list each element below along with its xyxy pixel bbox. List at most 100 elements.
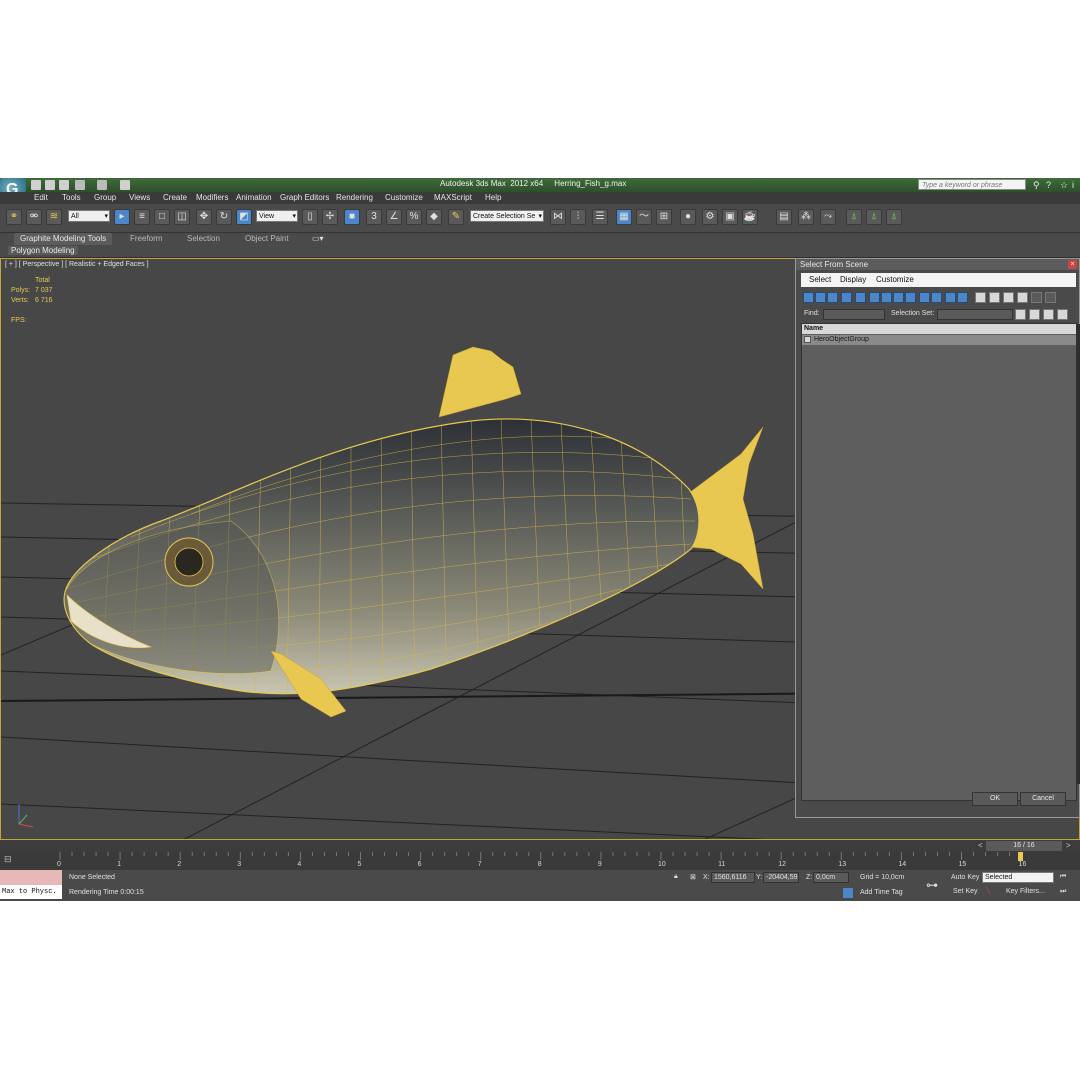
display-cameras-icon[interactable] bbox=[841, 292, 852, 303]
animation-layer-icon[interactable]: ⍋ bbox=[846, 209, 862, 225]
menu-edit[interactable]: Edit bbox=[34, 193, 48, 202]
advanced-filter-icon[interactable] bbox=[1045, 292, 1056, 303]
time-slider[interactable]: < 16 / 16 > bbox=[0, 840, 1080, 852]
track-bar[interactable]: ⊟ 0 1 2 3 4 5 6 7 8 9 10 11 12 13 14 15 16 bbox=[0, 852, 1080, 870]
rotate-icon[interactable]: ↻ bbox=[216, 209, 232, 225]
bind-space-warp-icon[interactable]: ≋ bbox=[46, 209, 62, 225]
display-helpers-icon[interactable] bbox=[855, 292, 866, 303]
menu-views[interactable]: Views bbox=[129, 193, 150, 202]
manage-set-icon[interactable] bbox=[1057, 309, 1068, 320]
dialog-menu-customize[interactable]: Customize bbox=[876, 275, 914, 284]
maxscript-output[interactable]: Max to Physc. bbox=[0, 885, 62, 899]
link-icon[interactable]: ⚭ bbox=[6, 209, 22, 225]
display-hidden-icon[interactable] bbox=[945, 292, 956, 303]
viewport-label[interactable]: [ + ] [ Perspective ] [ Realistic + Edge… bbox=[5, 261, 149, 268]
z-coordinate-field[interactable]: 0,0cm bbox=[813, 872, 849, 883]
dialog-title[interactable]: Select From Scene bbox=[796, 259, 1079, 270]
select-all-icon[interactable] bbox=[975, 292, 986, 303]
animation-layer-add-icon[interactable]: ⍋ bbox=[866, 209, 882, 225]
menu-graph-editors[interactable]: Graph Editors bbox=[280, 193, 329, 202]
container-icon[interactable]: ▤ bbox=[776, 209, 792, 225]
render-frame-icon[interactable]: ▣ bbox=[722, 209, 738, 225]
undo-icon[interactable] bbox=[75, 180, 85, 190]
search-input[interactable]: Type a keyword or phrase bbox=[918, 179, 1026, 190]
scene-object-list[interactable]: Name HeroObjectGroup bbox=[801, 323, 1080, 801]
sync-selection-icon[interactable] bbox=[1017, 292, 1028, 303]
y-coordinate-field[interactable]: -20404,59 bbox=[763, 872, 799, 883]
menu-customize[interactable]: Customize bbox=[385, 193, 423, 202]
find-input[interactable] bbox=[823, 309, 885, 320]
layer-manager-icon[interactable]: ☰ bbox=[592, 209, 608, 225]
x-coordinate-field[interactable]: 1560,6116 bbox=[711, 872, 755, 883]
time-slider-readout[interactable]: 16 / 16 bbox=[986, 841, 1062, 851]
render-setup-icon[interactable]: ⚙ bbox=[702, 209, 718, 225]
dorsal-fin[interactable] bbox=[438, 346, 522, 418]
tab-object-paint[interactable]: Object Paint bbox=[245, 234, 289, 243]
spline-icon[interactable]: ⤳ bbox=[820, 209, 836, 225]
reference-coordinate-dropdown[interactable]: View bbox=[256, 210, 298, 223]
percent-snap-icon[interactable]: % bbox=[406, 209, 422, 225]
save-file-icon[interactable] bbox=[59, 180, 69, 190]
redo-icon[interactable] bbox=[97, 180, 107, 190]
select-by-name-icon[interactable]: ≡ bbox=[134, 209, 150, 225]
snap-toggle-icon[interactable]: 3 bbox=[366, 209, 382, 225]
tab-freeform[interactable]: Freeform bbox=[130, 234, 162, 243]
select-object-icon[interactable]: ▸ bbox=[114, 209, 130, 225]
polygon-modeling-panel[interactable]: Polygon Modeling bbox=[8, 246, 78, 255]
display-geometry-icon[interactable] bbox=[803, 292, 814, 303]
key-icon[interactable]: ⊶ bbox=[926, 878, 938, 892]
absolute-mode-icon[interactable]: ⊠ bbox=[690, 873, 696, 881]
display-all-icon[interactable] bbox=[957, 292, 968, 303]
menu-create[interactable]: Create bbox=[163, 193, 187, 202]
mirror-icon[interactable]: ⋈ bbox=[550, 209, 566, 225]
particle-icon[interactable]: ⁂ bbox=[798, 209, 814, 225]
new-file-icon[interactable] bbox=[31, 180, 41, 190]
menu-help[interactable]: Help bbox=[485, 193, 501, 202]
go-to-start-icon[interactable]: ⏮ bbox=[1060, 873, 1066, 881]
menu-group[interactable]: Group bbox=[94, 193, 116, 202]
render-production-icon[interactable]: ☕ bbox=[742, 209, 758, 225]
add-time-tag[interactable]: Add Time Tag bbox=[860, 889, 903, 896]
edit-named-selection-icon[interactable]: ✎ bbox=[448, 209, 464, 225]
menu-animation[interactable]: Animation bbox=[236, 193, 272, 202]
maxscript-listener-input[interactable] bbox=[0, 870, 62, 885]
display-bones-icon[interactable] bbox=[905, 292, 916, 303]
display-containers-icon[interactable] bbox=[919, 292, 930, 303]
select-none-icon[interactable] bbox=[989, 292, 1000, 303]
selection-filter-dropdown[interactable]: All bbox=[68, 210, 110, 223]
key-filters-button[interactable]: Key Filters... bbox=[1006, 888, 1045, 895]
list-item[interactable]: HeroObjectGroup bbox=[802, 335, 1076, 345]
cancel-button[interactable]: Cancel bbox=[1020, 792, 1066, 806]
key-mode-dropdown[interactable]: Selected bbox=[982, 872, 1054, 883]
current-frame-marker[interactable] bbox=[1018, 852, 1023, 861]
set-key-icon[interactable]: ╲ bbox=[986, 887, 990, 895]
set-key-button[interactable]: Set Key bbox=[953, 888, 978, 895]
menu-maxscript[interactable]: MAXScript bbox=[434, 193, 472, 202]
project-folder-icon[interactable] bbox=[120, 180, 130, 190]
close-icon[interactable]: × bbox=[1068, 260, 1077, 269]
filter-icon[interactable] bbox=[1031, 292, 1042, 303]
scale-icon[interactable]: ◩ bbox=[236, 209, 252, 225]
selection-set-dropdown[interactable] bbox=[937, 309, 1013, 320]
dialog-menu-display[interactable]: Display bbox=[840, 275, 866, 284]
help-icon[interactable]: ? bbox=[1046, 180, 1055, 190]
window-crossing-icon[interactable]: ◫ bbox=[174, 209, 190, 225]
curve-editor-icon[interactable]: 〜 bbox=[636, 209, 652, 225]
move-icon[interactable]: ✥ bbox=[196, 209, 212, 225]
ribbon-options-icon[interactable]: ▭▾ bbox=[312, 234, 324, 243]
select-manipulate-icon[interactable]: ✢ bbox=[322, 209, 338, 225]
edit-set-icon[interactable] bbox=[1029, 309, 1040, 320]
lock-icon[interactable]: 🔒︎ bbox=[674, 873, 678, 881]
display-groups-icon[interactable] bbox=[881, 292, 892, 303]
column-header-name[interactable]: Name bbox=[802, 324, 1076, 334]
schematic-view-icon[interactable]: ⊞ bbox=[656, 209, 672, 225]
create-set-icon[interactable] bbox=[1015, 309, 1026, 320]
graphite-toggle-icon[interactable]: ▦ bbox=[616, 209, 632, 225]
tab-selection[interactable]: Selection bbox=[187, 234, 220, 243]
info-icon[interactable]: i bbox=[1072, 180, 1080, 190]
angle-snap-icon[interactable]: ∠ bbox=[386, 209, 402, 225]
menu-modifiers[interactable]: Modifiers bbox=[196, 193, 228, 202]
named-selection-dropdown[interactable]: Create Selection Se bbox=[470, 210, 544, 223]
display-spacewarps-icon[interactable] bbox=[869, 292, 880, 303]
tab-graphite-modeling-tools[interactable]: Graphite Modeling Tools bbox=[14, 233, 113, 245]
